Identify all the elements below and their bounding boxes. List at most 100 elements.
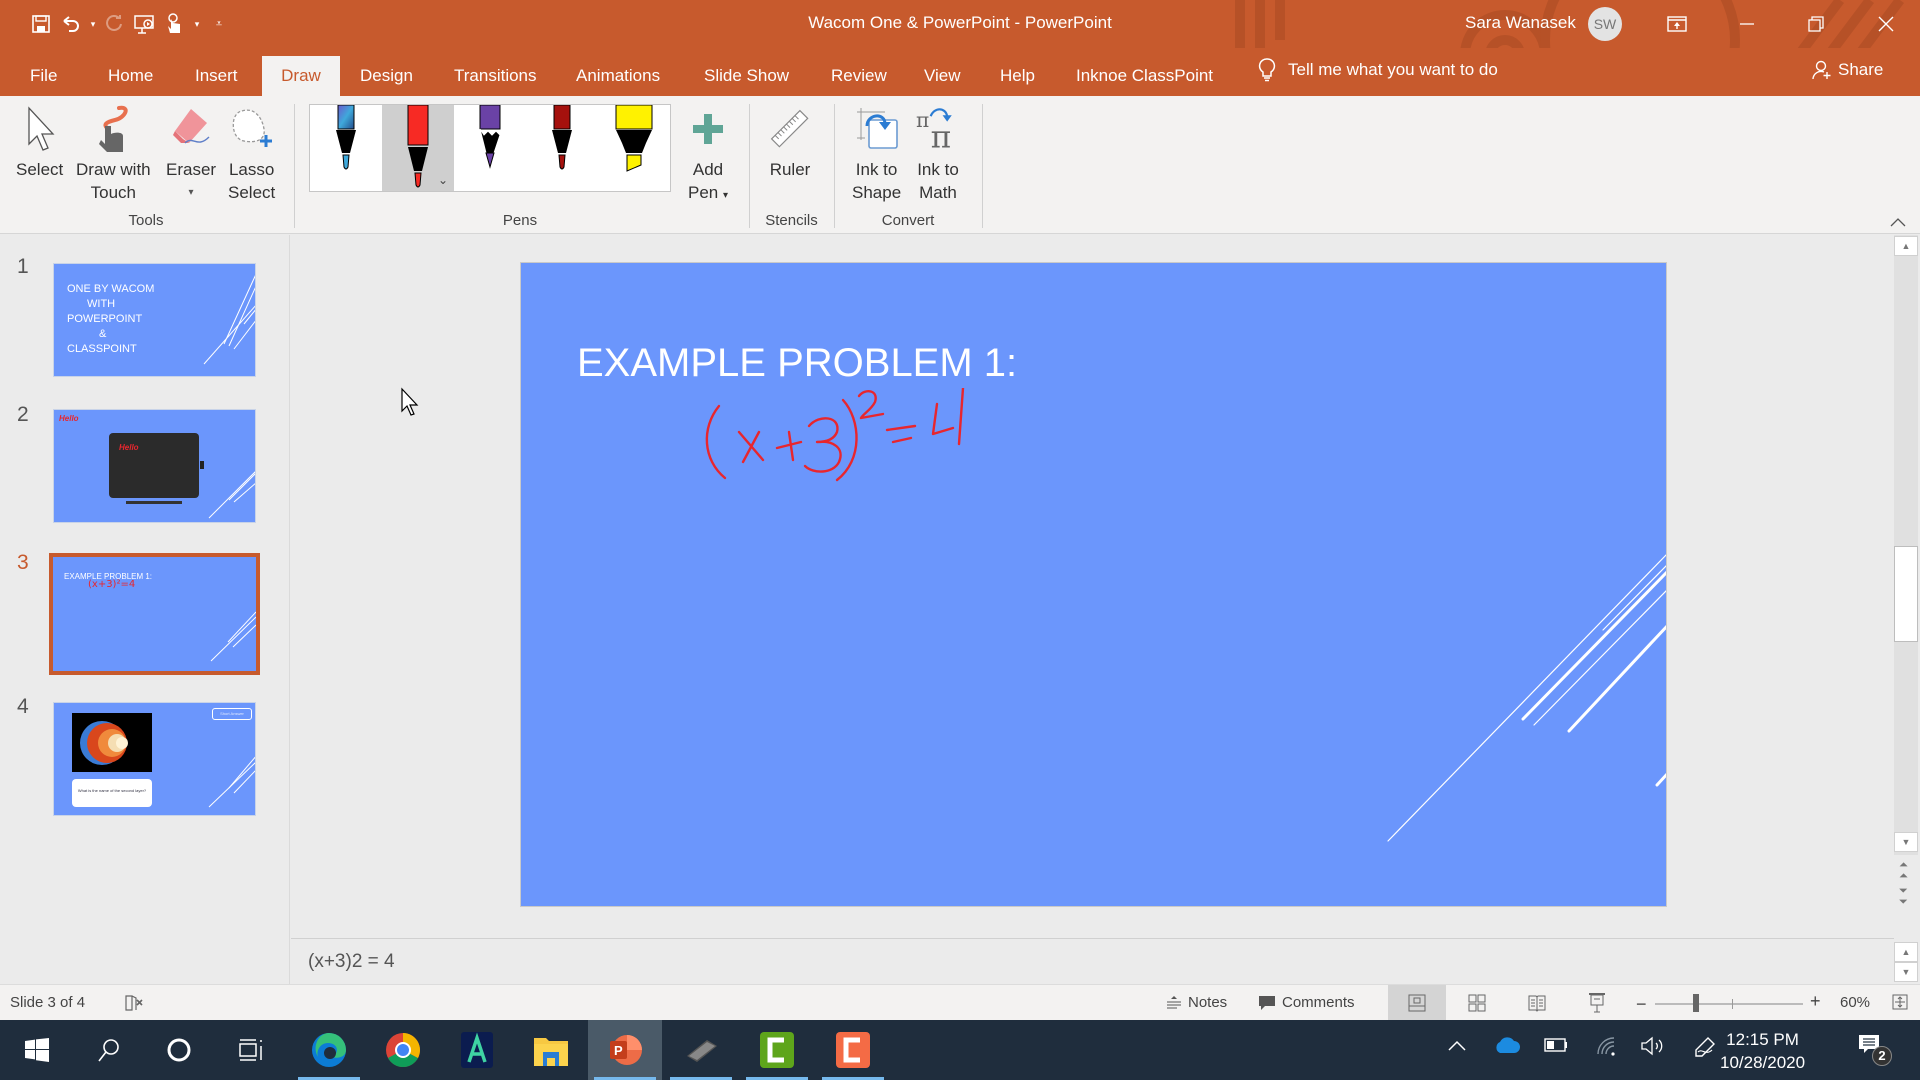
tab-animations[interactable]: Animations <box>564 56 672 96</box>
taskbar-app-powerpoint[interactable]: P <box>588 1020 662 1080</box>
slide-decor-lines <box>1387 554 1666 842</box>
slide-thumbnails-panel[interactable]: 1 ONE BY WACOM WITH POWERPOINT & CLASSPO… <box>0 235 290 984</box>
onedrive-icon[interactable] <box>1494 1036 1520 1058</box>
normal-view-button[interactable] <box>1388 985 1446 1021</box>
volume-icon[interactable] <box>1640 1036 1666 1060</box>
notes-pane[interactable]: (x+3)2 = 4 <box>291 938 1894 984</box>
slide-sorter-view-button[interactable] <box>1448 985 1506 1021</box>
share-person-icon <box>1812 60 1831 80</box>
pen-purple-pencil[interactable] <box>454 105 526 191</box>
notes-text[interactable]: (x+3)2 = 4 <box>308 951 395 973</box>
collapse-ribbon-chevron-icon[interactable] <box>1890 214 1906 230</box>
add-pen-button[interactable]: Add Pen ▾ <box>686 104 730 207</box>
system-clock[interactable]: 12:15 PM 10/28/2020 <box>1720 1028 1805 1074</box>
eraser-button[interactable]: Eraser ▾ <box>166 104 216 204</box>
user-avatar[interactable]: SW <box>1588 7 1622 41</box>
ruler-button[interactable]: Ruler <box>768 104 812 181</box>
vertical-scrollbar[interactable] <box>1894 235 1918 855</box>
zoom-slider-track[interactable] <box>1655 1003 1803 1005</box>
slide-number: 1 <box>17 255 29 278</box>
notes-scroll-up-button[interactable]: ▲ <box>1894 942 1918 962</box>
thumb-1-decor-lines <box>203 275 255 365</box>
taskbar-app-camtasia-orange[interactable] <box>816 1020 890 1080</box>
taskbar-app-edge[interactable] <box>292 1020 366 1080</box>
ink-to-math-button[interactable]: ππ Ink to Math <box>916 104 960 204</box>
reading-view-button[interactable] <box>1508 985 1566 1021</box>
slide-show-view-button[interactable] <box>1568 985 1626 1021</box>
show-hidden-icons-button[interactable] <box>1448 1038 1466 1055</box>
minimize-button[interactable] <box>1713 0 1781 48</box>
scroll-down-button[interactable]: ▼ <box>1894 832 1918 852</box>
microsoft-edge-icon <box>312 1033 346 1067</box>
cortana-button[interactable] <box>142 1020 216 1080</box>
taskbar-app-a[interactable] <box>440 1020 514 1080</box>
slide-thumbnail-1[interactable]: ONE BY WACOM WITH POWERPOINT & CLASSPOIN… <box>53 263 256 377</box>
tab-insert[interactable]: Insert <box>183 56 250 96</box>
accessibility-check-icon[interactable] <box>124 994 144 1012</box>
tab-transitions[interactable]: Transitions <box>442 56 549 96</box>
tab-help[interactable]: Help <box>988 56 1047 96</box>
ribbon-display-options-button[interactable] <box>1643 0 1711 48</box>
start-button[interactable] <box>0 1020 74 1080</box>
notes-scroll-down-button[interactable]: ▼ <box>1894 962 1918 982</box>
lasso-select-button[interactable]: Lasso Select <box>228 104 275 204</box>
network-icon[interactable] <box>1596 1036 1618 1060</box>
eraser-dropdown-icon[interactable]: ▾ <box>189 181 194 204</box>
scrollbar-thumb[interactable] <box>1894 546 1918 642</box>
zoom-slider-thumb[interactable] <box>1693 994 1700 1012</box>
slide-show-icon <box>1589 993 1605 1013</box>
zoom-out-button[interactable]: − <box>1636 994 1647 1015</box>
slide-thumbnail-2[interactable]: Hello Hello <box>53 409 256 523</box>
slide-thumbnail-3[interactable]: EXAMPLE PROBLEM 1: (x+3)²=4 <box>49 553 260 675</box>
pen-red[interactable]: ⌄ <box>382 105 454 191</box>
tell-me-search[interactable]: Tell me what you want to do <box>1258 58 1498 82</box>
pen-galaxy[interactable] <box>310 105 382 191</box>
title-bar: ▾ ▾ ⩡ Wacom One & PowerPoint - PowerPoin… <box>0 0 1920 48</box>
file-explorer-icon <box>534 1038 568 1066</box>
close-button[interactable] <box>1852 0 1920 48</box>
search-button[interactable] <box>72 1020 146 1080</box>
tab-design[interactable]: Design <box>348 56 425 96</box>
pen-yellow-highlighter[interactable] <box>598 105 670 191</box>
clock-date: 10/28/2020 <box>1720 1053 1806 1072</box>
tab-draw[interactable]: Draw <box>262 56 340 96</box>
action-center-button[interactable]: 2 <box>1858 1034 1892 1066</box>
tab-slide-show[interactable]: Slide Show <box>692 56 801 96</box>
taskbar-app-chrome[interactable] <box>366 1020 440 1080</box>
next-slide-icon[interactable]: ⏷ ⏷ <box>1899 886 1908 908</box>
camtasia-green-icon <box>760 1032 794 1068</box>
comments-toggle-button[interactable]: Comments <box>1258 994 1355 1011</box>
ink-to-shape-button[interactable]: Ink to Shape <box>852 104 901 204</box>
notes-toggle-button[interactable]: Notes <box>1166 994 1227 1011</box>
tab-review[interactable]: Review <box>819 56 899 96</box>
restore-button[interactable] <box>1782 0 1850 48</box>
tab-view[interactable]: View <box>912 56 973 96</box>
pen-dark-red[interactable] <box>526 105 598 191</box>
tab-inknoe-classpoint[interactable]: Inknoe ClassPoint <box>1064 56 1225 96</box>
slide-thumbnail-4[interactable]: What is the name of the second layer? Sh… <box>53 702 256 816</box>
draw-with-touch-button[interactable]: Draw with Touch <box>76 104 151 204</box>
previous-slide-icon[interactable]: ⏶ ⏶ <box>1899 860 1908 882</box>
add-pen-dropdown-icon[interactable]: ▾ <box>723 190 728 201</box>
taskbar-app-wacom[interactable] <box>664 1020 738 1080</box>
tab-file[interactable]: File <box>18 56 69 96</box>
taskbar-app-camtasia-green[interactable] <box>740 1020 814 1080</box>
tab-home[interactable]: Home <box>96 56 165 96</box>
pen-workspace-icon[interactable] <box>1694 1036 1716 1062</box>
battery-icon[interactable] <box>1544 1038 1568 1056</box>
scroll-up-button[interactable]: ▲ <box>1894 236 1918 256</box>
zoom-level[interactable]: 60% <box>1840 994 1870 1011</box>
pen-options-chevron-icon[interactable]: ⌄ <box>438 173 448 187</box>
select-button[interactable]: Select <box>16 104 63 181</box>
fit-slide-to-window-button[interactable] <box>1892 994 1908 1010</box>
task-view-button[interactable] <box>214 1020 288 1080</box>
window-title: Wacom One & PowerPoint - PowerPoint <box>808 13 1112 32</box>
current-slide-canvas[interactable]: EXAMPLE PROBLEM 1: <box>520 262 1667 907</box>
notification-count-badge: 2 <box>1872 1046 1892 1066</box>
taskbar-app-file-explorer[interactable] <box>514 1020 588 1080</box>
zoom-in-button[interactable]: + <box>1810 991 1821 1012</box>
select-label: Select <box>16 160 64 179</box>
user-name[interactable]: Sara Wanasek <box>1465 13 1576 33</box>
lasso-select-icon <box>230 104 274 154</box>
share-button[interactable]: Share <box>1812 60 1883 80</box>
